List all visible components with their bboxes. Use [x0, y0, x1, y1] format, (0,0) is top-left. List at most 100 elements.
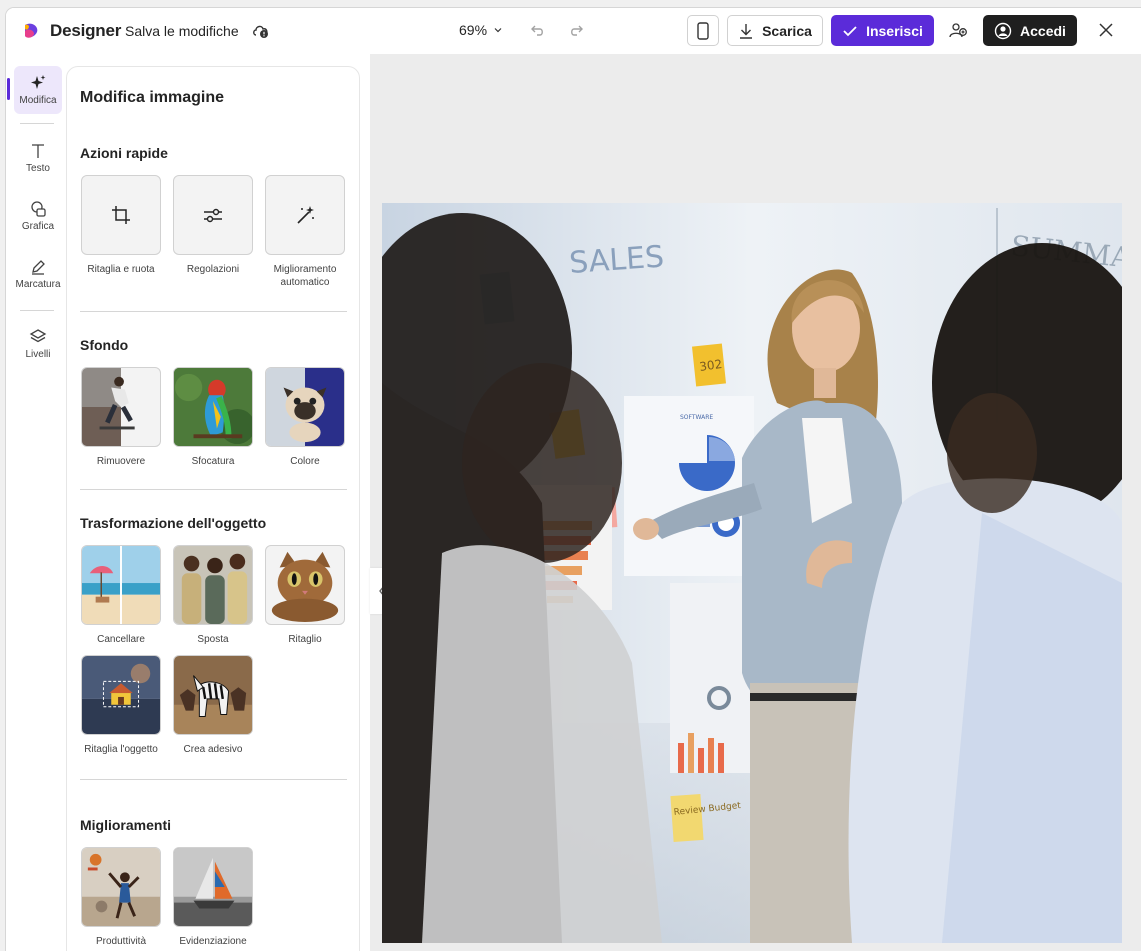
tile-caption: Ritaglia e ruota: [87, 264, 155, 275]
insert-label: Inserisci: [866, 22, 923, 39]
tile-remove-background[interactable]: Rimuovere: [81, 367, 161, 468]
tile-caption: Ritaglio: [288, 634, 322, 645]
sliders-icon: [204, 208, 222, 223]
svg-text:SOFTWARE: SOFTWARE: [680, 414, 713, 421]
rail-label: Marcatura: [15, 279, 61, 290]
parrot-thumbnail: [174, 368, 252, 446]
top-bar: Designer Salva le modifiche 69% Scarica …: [6, 8, 1141, 54]
tile-blur-background[interactable]: Sfocatura: [173, 367, 253, 468]
download-button[interactable]: Scarica: [727, 15, 823, 46]
rail-item-marcatura[interactable]: Marcatura: [14, 258, 62, 290]
tile-box: [173, 175, 253, 255]
layers-icon: [29, 329, 47, 343]
tile-thumbnail: [81, 545, 161, 625]
tile-caption: Crea adesivo: [183, 744, 243, 755]
rail-item-grafica[interactable]: Grafica: [14, 200, 62, 232]
rail-label: Testo: [26, 163, 50, 174]
meeting-photo: SALES SUMMARY 302 SOFTWARE: [382, 203, 1122, 943]
crop-icon: [112, 206, 130, 224]
tile-highlight[interactable]: Evidenziazione: [173, 847, 253, 948]
redo-icon[interactable]: [568, 21, 586, 39]
designer-logo-icon: [25, 23, 38, 38]
tool-rail: Modifica Testo Grafica Marcatura Livelli: [6, 54, 66, 951]
rail-label: Livelli: [25, 349, 51, 360]
sparkle-icon: [31, 75, 46, 89]
section-title-transform: Trasformazione dell'oggetto: [80, 515, 267, 531]
designer-window: Designer Salva le modifiche 69% Scarica …: [6, 8, 1141, 951]
rail-item-livelli[interactable]: Livelli: [14, 328, 62, 360]
tile-move[interactable]: Sposta: [173, 545, 253, 646]
phone-icon: [697, 21, 709, 40]
section-divider: [80, 311, 347, 312]
tile-caption: Sposta: [197, 634, 229, 645]
account-icon: [994, 22, 1012, 39]
tile-thumbnail: [173, 655, 253, 735]
tile-caption: Rimuovere: [96, 456, 146, 467]
sign-in-label: Accedi: [1020, 22, 1066, 39]
tile-box: [81, 175, 161, 255]
pen-icon: [32, 260, 45, 275]
tile-thumbnail: [173, 545, 253, 625]
tile-create-sticker[interactable]: Crea adesivo: [173, 655, 253, 756]
active-indicator: [7, 78, 10, 100]
rail-divider: [20, 123, 54, 124]
section-title-quick-actions: Azioni rapide: [80, 145, 168, 161]
rail-item-modifica[interactable]: Modifica: [14, 66, 62, 114]
magic-wand-icon: [297, 206, 314, 224]
tile-caption: Ritaglia l'oggetto: [84, 744, 158, 755]
edit-image-panel: Modifica immagine Azioni rapide Ritaglia…: [66, 66, 360, 951]
tile-thumbnail: [265, 367, 345, 447]
zoom-dropdown[interactable]: 69%: [459, 22, 503, 38]
tile-cutout[interactable]: Ritaglio: [265, 545, 345, 646]
section-title-enhance: Miglioramenti: [80, 817, 172, 833]
tile-caption: Regolazioni: [186, 264, 240, 275]
save-status: Salva le modifiche: [125, 23, 239, 39]
rail-label: Grafica: [21, 221, 55, 232]
section-title-background: Sfondo: [80, 337, 129, 353]
download-icon: [740, 23, 753, 39]
section-divider: [80, 489, 347, 490]
tile-adjustments[interactable]: Regolazioni: [173, 175, 253, 276]
shapes-icon: [31, 201, 46, 217]
share-people-icon[interactable]: [948, 21, 968, 41]
basketball-thumbnail: [82, 848, 160, 926]
zebra-thumbnail: [174, 656, 252, 734]
people-thumbnail: [174, 546, 252, 624]
tile-color-background[interactable]: Colore: [265, 367, 345, 468]
tile-caption: Produttività: [95, 936, 147, 947]
insert-button[interactable]: Inserisci: [831, 15, 934, 46]
sign-in-button[interactable]: Accedi: [983, 15, 1077, 46]
house-thumbnail: [82, 656, 160, 734]
pug-thumbnail: [266, 368, 344, 446]
checkmark-icon: [843, 25, 857, 36]
mobile-view-button[interactable]: [687, 15, 719, 46]
tile-erase[interactable]: Cancellare: [81, 545, 161, 646]
beach-thumbnail: [82, 546, 160, 624]
section-divider: [80, 779, 347, 780]
tile-caption: Sfocatura: [191, 456, 235, 467]
tile-thumbnail: [81, 847, 161, 927]
cloud-info-icon[interactable]: [252, 23, 270, 39]
rail-label: Modifica: [19, 95, 57, 106]
rail-item-testo[interactable]: Testo: [14, 142, 62, 174]
tile-productivity[interactable]: Produttività: [81, 847, 161, 948]
undo-icon[interactable]: [528, 21, 546, 39]
tile-crop-rotate[interactable]: Ritaglia e ruota: [81, 175, 161, 276]
tile-thumbnail: [265, 545, 345, 625]
chevron-down-icon: [494, 28, 502, 33]
tile-auto-enhance[interactable]: Miglioramento automatico: [265, 175, 345, 289]
rail-divider: [20, 310, 54, 311]
cat-thumbnail: [271, 551, 339, 623]
canvas-image[interactable]: SALES SUMMARY 302 SOFTWARE: [382, 203, 1122, 943]
skater-thumbnail: [82, 368, 135, 446]
tile-box: [265, 175, 345, 255]
tile-caption: Colore: [290, 456, 320, 467]
zoom-value: 69%: [459, 22, 488, 38]
sailboat-thumbnail: [174, 848, 252, 926]
tile-caption: Cancellare: [97, 634, 145, 645]
tile-thumbnail: [81, 367, 161, 447]
panel-title: Modifica immagine: [80, 89, 225, 106]
text-icon: [32, 144, 44, 158]
tile-crop-object[interactable]: Ritaglia l'oggetto: [81, 655, 161, 756]
close-icon[interactable]: [1097, 21, 1115, 39]
